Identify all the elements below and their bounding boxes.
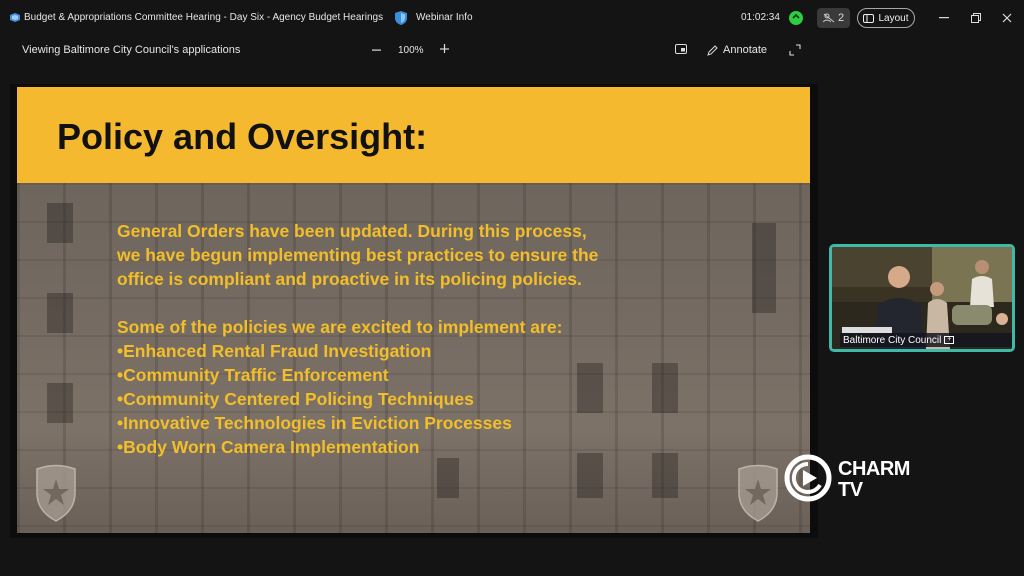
shield-icon[interactable] [394,10,408,26]
zoom-out-button[interactable] [372,42,382,58]
slide-body: General Orders have been updated. During… [117,219,717,459]
list-item: •Enhanced Rental Fraud Investigation [117,341,432,361]
sheriff-badge-logo [36,464,76,522]
chevron-icon [792,13,800,19]
caption-bar: Baltimore City Council + [840,333,1012,347]
restore-button[interactable] [968,10,984,26]
webinar-info-link[interactable]: Webinar Info [416,12,473,23]
slide-title: Policy and Oversight: [57,116,428,157]
zoom-level: 100% [398,45,424,56]
sharing-label: Viewing Baltimore City Council's applica… [22,44,241,56]
annotate-label: Annotate [723,44,768,56]
zoom-out-icon [372,49,381,51]
charm-tv-wordmark: CHARM TV [838,459,910,501]
zoom-in-icon [440,44,449,53]
paragraph-line: General Orders have been updated. During… [117,221,587,241]
title-bar: Budget & Appropriations Committee Hearin… [0,0,1024,36]
layout-label: Layout [878,12,909,24]
minimize-button[interactable] [936,10,952,26]
close-icon [1002,13,1012,23]
brand-line: CHARM [838,458,910,480]
popout-icon[interactable] [675,44,687,54]
meeting-title: Budget & Appropriations Committee Hearin… [24,12,384,23]
status-indicator[interactable] [789,11,803,25]
close-window-button[interactable] [999,10,1015,26]
people-icon [822,13,835,23]
policies-list: •Enhanced Rental Fraud Investigation •Co… [117,339,717,459]
layout-icon [863,13,875,23]
paragraph-line: we have begun implementing best practice… [117,245,599,265]
paragraph-line: office is compliant and proactive in its… [117,269,582,289]
sheriff-badge-logo [738,464,778,522]
presentation-slide: Policy and Oversight: General Orders hav… [17,87,810,533]
charm-tv-logo [784,454,832,502]
pen-icon [707,44,718,56]
teams-app-icon [10,13,20,22]
minimize-icon [939,17,949,19]
policies-intro: Some of the policies we are excited to i… [117,317,563,337]
participants-button[interactable]: 2 [817,8,850,28]
zoom-in-button[interactable] [440,41,450,58]
annotate-button[interactable]: Annotate [707,44,767,56]
fullscreen-icon[interactable] [789,44,801,56]
brand-line: TV [838,479,863,501]
list-item: •Community Traffic Enforcement [117,365,389,385]
list-item: •Community Centered Policing Techniques [117,389,474,409]
participants-count: 2 [837,12,845,24]
meeting-timer: 01:02:34 [741,12,780,23]
share-toolbar: Viewing Baltimore City Council's applica… [0,36,1024,66]
participant-name: Baltimore City Council [843,334,942,346]
layout-button[interactable]: Layout [857,8,915,28]
list-item: •Body Worn Camera Implementation [117,437,420,457]
restore-icon [971,13,981,23]
list-item: •Innovative Technologies in Eviction Pro… [117,413,512,433]
slide-header-band: Policy and Oversight: [17,87,810,183]
participant-video-tile[interactable]: Baltimore City Council + [829,244,1015,352]
cc-icon: + [944,336,955,344]
